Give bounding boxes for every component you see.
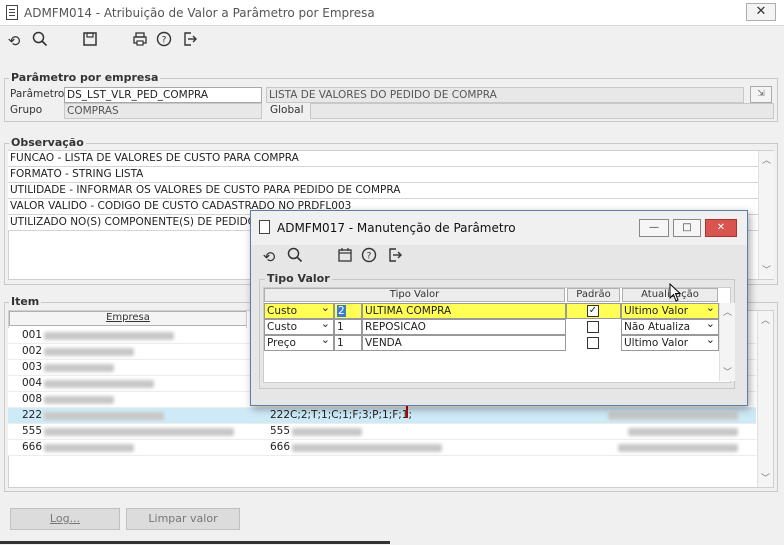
observacao-scrollbar[interactable]: ︿ ﹀	[758, 151, 774, 279]
global-field	[310, 103, 774, 119]
grupo-field: COMPRAS	[64, 103, 262, 119]
observacao-line-1: FUNCAO - LISTA DE VALORES DE CUSTO PARA …	[8, 151, 758, 167]
atualizacao-select[interactable]: Ultimo Valor	[621, 303, 719, 319]
refresh-icon[interactable]: ⟲	[4, 31, 24, 51]
item-group-title: Item	[9, 295, 42, 308]
column-header-tipo-valor[interactable]: Tipo Valor	[264, 288, 565, 302]
limpar-valor-button[interactable]: Limpar valor	[126, 508, 240, 530]
maximize-button[interactable]: □	[673, 219, 701, 237]
tipo-select[interactable]: Custo	[264, 303, 334, 319]
descricao-field: REPOSICAO	[362, 319, 566, 335]
dialog-title-bar: ADMFM017 - Manutenção de Parâmetro — □ ✕	[251, 211, 747, 245]
svg-text:?: ?	[162, 36, 167, 46]
table-row[interactable]: 555 555	[8, 424, 756, 440]
tipo-select[interactable]: Custo	[264, 319, 334, 335]
scroll-up-icon[interactable]: ︿	[758, 313, 773, 326]
tipo-valor-scrollbar[interactable]: ︿ ﹀	[719, 303, 735, 381]
window-title: ADMFM014 - Atribuição de Valor a Parâmet…	[24, 6, 375, 20]
document-icon	[6, 5, 18, 20]
print-icon[interactable]	[130, 31, 150, 51]
table-row-selected[interactable]: 222 222 C;2;T;1;C;1;F;3;P;1;F;1;	[8, 408, 756, 424]
tipo-select[interactable]: Preço	[264, 335, 334, 351]
codigo-field[interactable]: 2	[334, 303, 362, 319]
scroll-down-icon[interactable]: ﹀	[758, 471, 773, 484]
document-icon	[259, 220, 270, 234]
parametro-group-title: Parâmetro por empresa	[9, 71, 161, 84]
descricao-field: ULTIMA COMPRA	[362, 303, 566, 319]
search-icon[interactable]	[30, 31, 50, 51]
refresh-icon[interactable]: ⟲	[259, 247, 279, 267]
scroll-up-icon[interactable]: ︿	[720, 305, 735, 318]
parametro-field[interactable]: DS_LST_VLR_PED_COMPRA	[64, 87, 262, 103]
scroll-up-icon[interactable]: ︿	[759, 153, 774, 166]
svg-text:?: ?	[367, 252, 372, 262]
help-icon[interactable]: ?	[154, 31, 174, 51]
codigo-field[interactable]: 1	[334, 319, 362, 335]
bottom-edge	[0, 541, 390, 544]
atualizacao-select[interactable]: Não Atualiza	[621, 319, 719, 335]
lookup-button[interactable]: ⇲	[750, 86, 772, 103]
window-title-bar: ADMFM014 - Atribuição de Valor a Parâmet…	[0, 0, 784, 26]
padrao-checkbox[interactable]: ✓	[587, 305, 599, 317]
toolbar: ⟲ ?	[0, 28, 784, 56]
close-button[interactable]: ✕	[746, 3, 776, 21]
parametro-dialog: ADMFM017 - Manutenção de Parâmetro — □ ✕…	[250, 210, 748, 406]
log-button[interactable]: Log...	[10, 508, 120, 530]
observacao-line-3: UTILIDADE - INFORMAR OS VALORES DE CUSTO…	[8, 183, 758, 199]
codigo-field[interactable]: 1	[334, 335, 362, 351]
search-icon[interactable]	[285, 247, 305, 267]
observacao-line-2: FORMATO - STRING LISTA	[8, 167, 758, 183]
help-icon[interactable]: ?	[359, 247, 379, 267]
calendar-icon[interactable]	[335, 247, 355, 267]
minimize-button[interactable]: —	[639, 219, 669, 237]
parametro-description-field: LISTA DE VALORES DO PEDIDO DE COMPRA	[266, 87, 744, 103]
global-label: Global	[270, 104, 304, 116]
scroll-down-icon[interactable]: ﹀	[720, 365, 735, 378]
descricao-field: VENDA	[362, 335, 566, 351]
dialog-title: ADMFM017 - Manutenção de Parâmetro	[277, 221, 516, 235]
parametro-label: Parâmetro	[10, 88, 65, 100]
mouse-cursor-icon	[669, 283, 682, 302]
observacao-group-title: Observação	[9, 136, 86, 149]
atualizacao-select[interactable]: Ultimo Valor	[621, 335, 719, 351]
table-row[interactable]: 666 666	[8, 440, 756, 456]
padrao-checkbox[interactable]	[587, 337, 599, 349]
tipo-valor-title: Tipo Valor	[265, 272, 332, 285]
exit-icon[interactable]	[385, 247, 405, 267]
column-header-empresa[interactable]: Empresa	[9, 311, 247, 326]
save-icon[interactable]	[80, 31, 100, 51]
item-scrollbar[interactable]: ︿ ﹀	[757, 311, 773, 487]
exit-icon[interactable]	[180, 31, 200, 51]
column-header-padrao[interactable]: Padrão	[567, 288, 620, 302]
scroll-down-icon[interactable]: ﹀	[759, 263, 774, 276]
grupo-label: Grupo	[10, 104, 43, 116]
padrao-checkbox[interactable]	[587, 321, 599, 333]
dialog-close-button[interactable]: ✕	[705, 219, 737, 237]
